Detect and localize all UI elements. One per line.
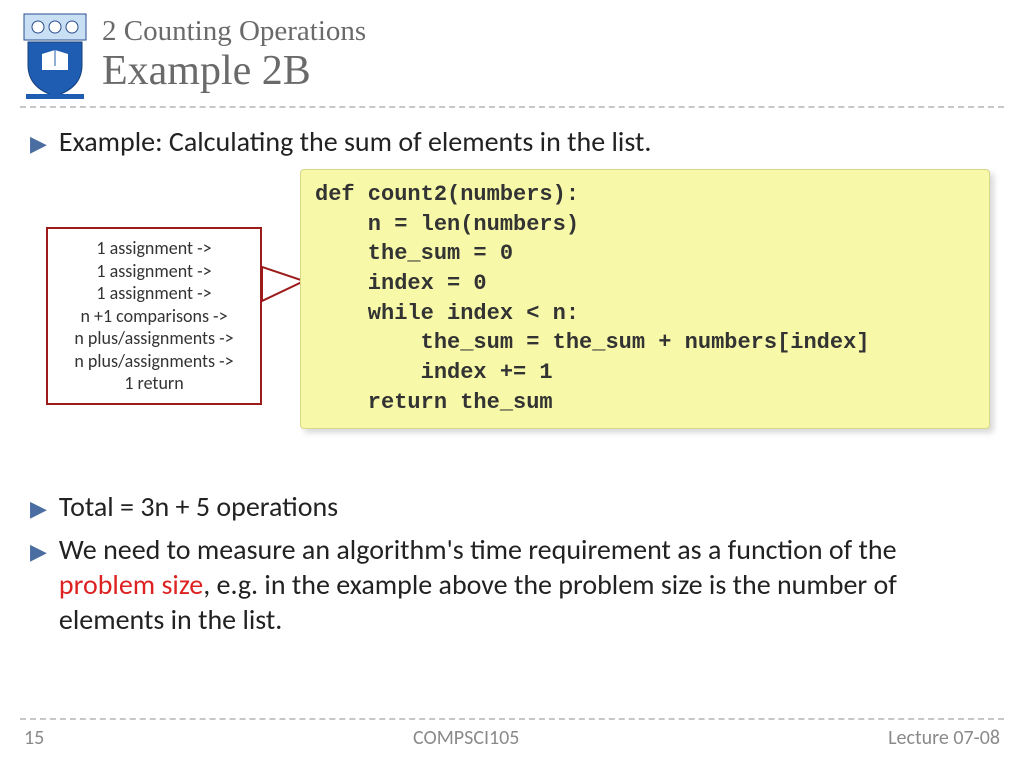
callout-line: 1 assignment ->: [54, 260, 254, 283]
university-logo: [20, 10, 90, 100]
bullet-text: Example: Calculating the sum of elements…: [59, 124, 651, 159]
footer-divider: [20, 718, 1004, 720]
code-block: def count2(numbers): n = len(numbers) th…: [300, 169, 990, 429]
bullet-text: We need to measure an algorithm's time r…: [59, 532, 994, 637]
diagram-area: 1 assignment -> 1 assignment -> 1 assign…: [30, 169, 994, 459]
course-code: COMPSCI105: [413, 726, 519, 750]
bullet-text-prefix: We need to measure an algorithm's time r…: [59, 532, 897, 567]
callout-line: 1 assignment ->: [54, 282, 254, 305]
bullet-problem-size: ▶ We need to measure an algorithm's time…: [30, 532, 994, 637]
callout-line: 1 return: [54, 372, 254, 395]
callout-line: 1 assignment ->: [54, 237, 254, 260]
page-number: 15: [24, 726, 44, 750]
callout-line: n plus/assignments ->: [54, 350, 254, 373]
slide-header: 2 Counting Operations Example 2B: [0, 0, 1024, 100]
bullet-arrow-icon: ▶: [30, 130, 47, 157]
callout-line: n plus/assignments ->: [54, 327, 254, 350]
slide-content: ▶ Example: Calculating the sum of elemen…: [0, 108, 1024, 637]
bullet-text: Total = 3n + 5 operations: [59, 489, 338, 524]
slide-title: Example 2B: [102, 48, 366, 94]
highlight-problem-size: problem size: [59, 567, 203, 602]
section-subtitle: 2 Counting Operations: [102, 16, 366, 48]
bullet-example: ▶ Example: Calculating the sum of elemen…: [30, 124, 994, 159]
bullet-total: ▶ Total = 3n + 5 operations: [30, 489, 994, 524]
slide-footer: 15 COMPSCI105 Lecture 07-08: [0, 718, 1024, 750]
lecture-number: Lecture 07-08: [888, 726, 1000, 750]
operation-count-callout: 1 assignment -> 1 assignment -> 1 assign…: [46, 227, 262, 405]
bullet-arrow-icon: ▶: [30, 495, 47, 522]
callout-line: n +1 comparisons ->: [54, 305, 254, 328]
bullet-arrow-icon: ▶: [30, 538, 47, 565]
